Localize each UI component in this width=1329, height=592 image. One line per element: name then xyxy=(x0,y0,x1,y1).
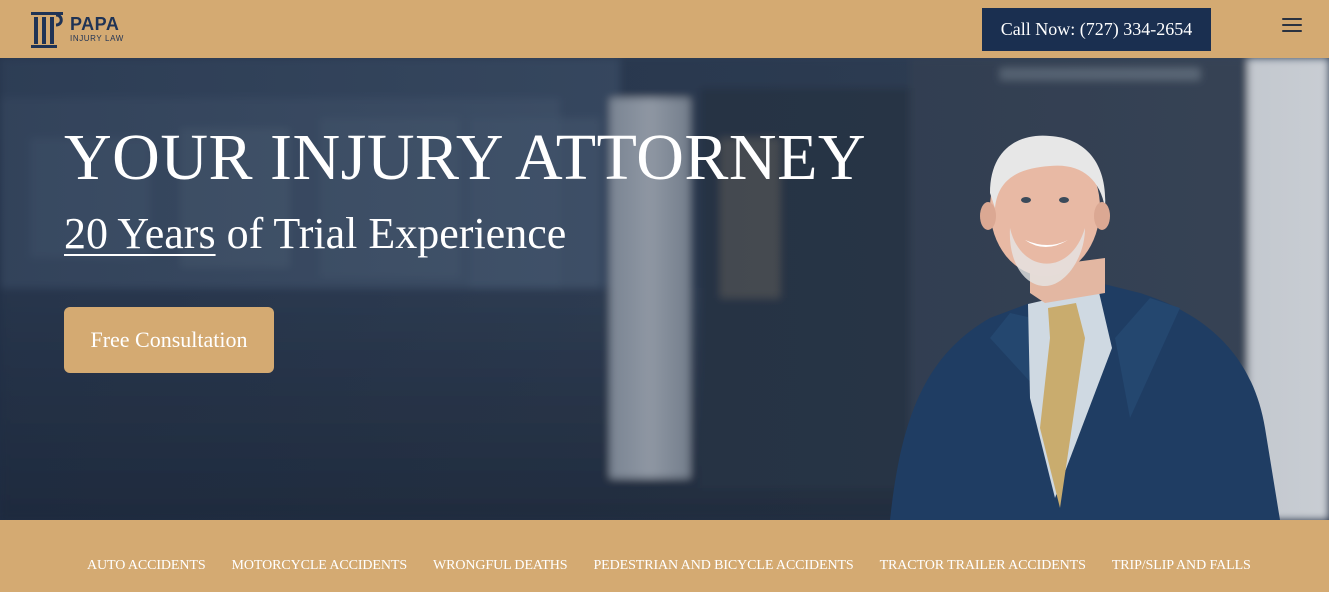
practice-areas-nav: AUTO ACCIDENTS MOTORCYCLE ACCIDENTS WRON… xyxy=(0,520,1329,592)
hero-subtitle-highlight: 20 Years xyxy=(64,209,216,258)
hero-title: YOUR INJURY ATTORNEY xyxy=(64,121,867,194)
hamburger-menu-icon[interactable] xyxy=(1282,18,1302,34)
nav-item-motorcycle-accidents[interactable]: MOTORCYCLE ACCIDENTS xyxy=(232,558,408,574)
site-logo[interactable]: PAPA INJURY LAW xyxy=(30,11,140,49)
nav-item-pedestrian-bicycle-accidents[interactable]: PEDESTRIAN AND BICYCLE ACCIDENTS xyxy=(594,558,854,574)
nav-item-auto-accidents[interactable]: AUTO ACCIDENTS xyxy=(87,558,206,574)
pillar-logo-icon xyxy=(31,12,63,48)
nav-item-tractor-trailer-accidents[interactable]: TRACTOR TRAILER ACCIDENTS xyxy=(880,558,1086,574)
logo-name: PAPA xyxy=(70,14,120,34)
free-consultation-button[interactable]: Free Consultation xyxy=(64,307,274,373)
site-header: PAPA INJURY LAW Call Now: (727) 334-2654 xyxy=(0,0,1329,58)
hero-subtitle: 20 Years of Trial Experience xyxy=(64,208,566,260)
logo-subtitle: INJURY LAW xyxy=(70,34,124,43)
nav-item-wrongful-deaths[interactable]: WRONGFUL DEATHS xyxy=(433,558,568,574)
nav-item-trip-slip-falls[interactable]: TRIP/SLIP AND FALLS xyxy=(1112,558,1251,574)
call-now-button[interactable]: Call Now: (727) 334-2654 xyxy=(982,8,1211,51)
attorney-portrait xyxy=(890,135,1280,520)
hero-subtitle-rest: of Trial Experience xyxy=(215,209,567,258)
hero-section: YOUR INJURY ATTORNEY 20 Years of Trial E… xyxy=(0,58,1329,520)
